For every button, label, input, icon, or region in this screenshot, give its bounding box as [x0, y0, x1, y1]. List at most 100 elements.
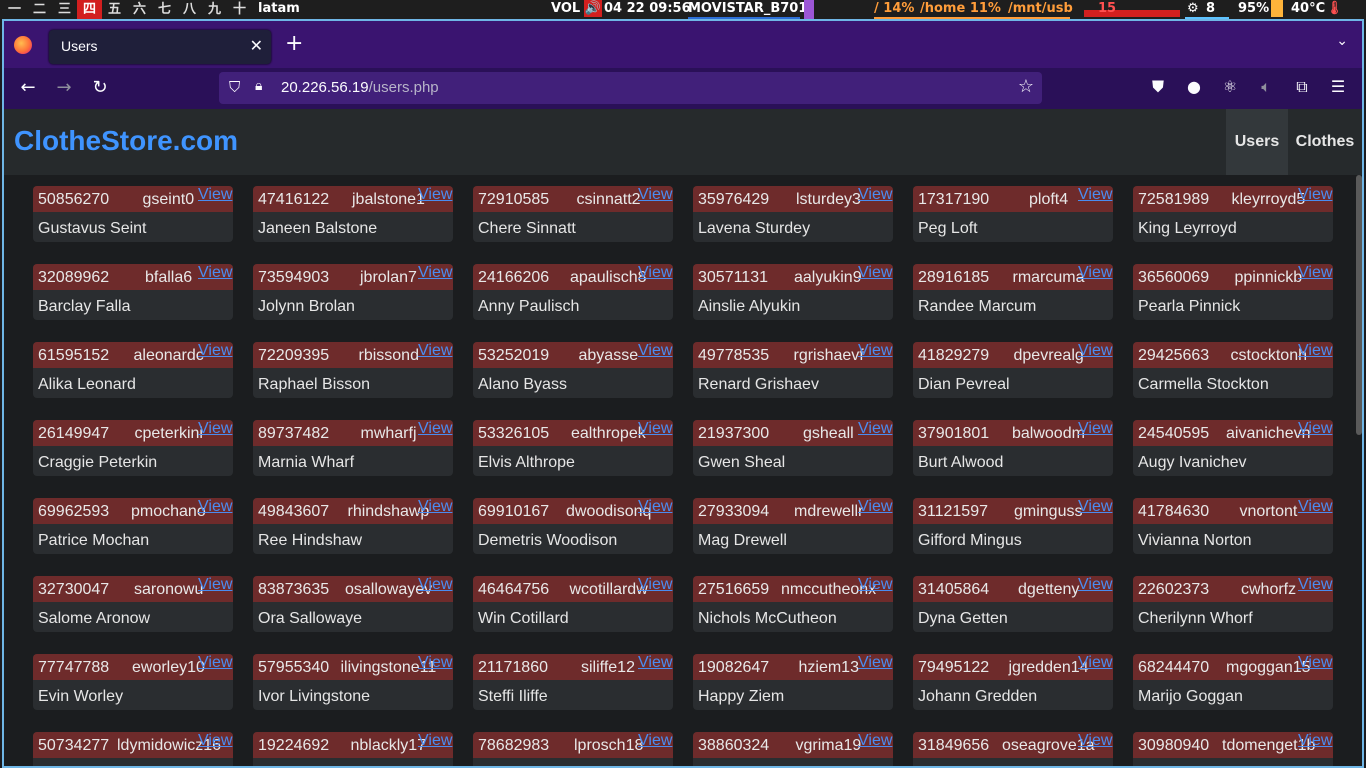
bookmark-star-icon[interactable]: ☆ [1018, 76, 1034, 97]
view-user-link[interactable]: View [1298, 342, 1332, 360]
view-user-link[interactable]: View [418, 576, 452, 594]
user-username: dgetteny [1018, 581, 1080, 598]
temperature: 40°C [1291, 1, 1326, 16]
view-user-link[interactable]: View [198, 732, 232, 750]
workspace-switcher[interactable]: 一二三四五六七八九十 [2, 0, 252, 19]
extension-spy-icon[interactable]: ● [1182, 77, 1206, 96]
view-user-link[interactable]: View [638, 498, 672, 516]
site-brand[interactable]: ClotheStore.com [14, 125, 238, 157]
view-user-link[interactable]: View [858, 420, 892, 438]
back-icon[interactable]: ← [16, 77, 40, 98]
url-text[interactable]: 20.226.56.19/users.php [281, 79, 439, 96]
pocket-icon[interactable]: ⛊ [1146, 77, 1170, 97]
view-user-link[interactable]: View [638, 420, 672, 438]
view-user-link[interactable]: View [1078, 654, 1112, 672]
shield-icon[interactable]: ⛉ [229, 78, 240, 96]
view-user-link[interactable]: View [1298, 186, 1332, 204]
view-user-link[interactable]: View [418, 498, 452, 516]
user-card: 32089962 bfalla6 View Barclay Falla [33, 264, 233, 320]
workspace-button[interactable]: 三 [52, 0, 77, 19]
view-user-link[interactable]: View [858, 732, 892, 750]
tab-users[interactable]: Users ✕ [49, 30, 271, 64]
view-user-link[interactable]: View [198, 576, 232, 594]
view-user-link[interactable]: View [858, 576, 892, 594]
view-user-link[interactable]: View [638, 576, 672, 594]
reload-icon[interactable]: ↻ [88, 77, 112, 98]
cpu-cores: 8 [1206, 1, 1216, 16]
view-user-link[interactable]: View [198, 498, 232, 516]
nav-users-link[interactable]: Users [1226, 109, 1288, 175]
workspace-button[interactable]: 一 [2, 0, 27, 19]
view-user-link[interactable]: View [638, 654, 672, 672]
view-user-link[interactable]: View [198, 264, 232, 282]
workspace-button[interactable]: 二 [27, 0, 52, 19]
view-user-link[interactable]: View [1298, 576, 1332, 594]
workspace-button[interactable]: 四 [77, 0, 102, 19]
workspace-button[interactable]: 五 [102, 0, 127, 19]
user-id: 30571131 [698, 269, 768, 286]
user-id: 31849656 [918, 737, 990, 754]
lock-icon[interactable]: 🔒︎ [255, 78, 262, 94]
react-devtools-icon[interactable]: ⚛ [1218, 77, 1242, 96]
user-card-header: 46464756 wcotillardw View [473, 576, 673, 602]
user-card-header: 24166206 apaulisch8 View [473, 264, 673, 290]
user-id: 46464756 [478, 581, 550, 598]
view-user-link[interactable]: View [858, 654, 892, 672]
view-user-link[interactable]: View [1078, 186, 1112, 204]
view-user-link[interactable]: View [418, 186, 452, 204]
view-user-link[interactable]: View [1078, 420, 1112, 438]
workspace-button[interactable]: 十 [227, 0, 252, 19]
view-user-link[interactable]: View [198, 342, 232, 360]
view-user-link[interactable]: View [1298, 420, 1332, 438]
workspace-button[interactable]: 七 [152, 0, 177, 19]
view-user-link[interactable]: View [1078, 576, 1112, 594]
user-card: 30571131 aalyukin9 View Ainslie Alyukin [693, 264, 893, 320]
view-user-link[interactable]: View [638, 264, 672, 282]
workspace-button[interactable]: 九 [202, 0, 227, 19]
view-user-link[interactable]: View [198, 186, 232, 204]
user-full-name: Marijo Goggan [1138, 688, 1243, 705]
volume-icon[interactable]: 🔊 [584, 0, 602, 17]
site-header: ClotheStore.com Users Clothes [4, 109, 1362, 175]
view-user-link[interactable]: View [858, 342, 892, 360]
view-user-link[interactable]: View [638, 186, 672, 204]
view-user-link[interactable]: View [418, 264, 452, 282]
user-card-header: 28916185 rmarcuma View [913, 264, 1113, 290]
view-user-link[interactable]: View [198, 420, 232, 438]
view-user-link[interactable]: View [1298, 498, 1332, 516]
view-user-link[interactable]: View [1298, 732, 1332, 750]
chevron-down-icon[interactable]: ⌄ [1336, 33, 1348, 49]
page-scrollbar[interactable] [1356, 175, 1362, 435]
workspace-button[interactable]: 八 [177, 0, 202, 19]
view-user-link[interactable]: View [858, 264, 892, 282]
new-tab-icon[interactable]: + [285, 31, 303, 56]
browser-window: Users ✕ + ⌄ ← → ↻ ⛉ 🔒︎ 20.226.56.19/user… [2, 19, 1364, 768]
view-user-link[interactable]: View [1078, 732, 1112, 750]
menu-icon[interactable]: ☰ [1326, 77, 1350, 96]
view-user-link[interactable]: View [858, 498, 892, 516]
view-user-link[interactable]: View [1298, 654, 1332, 672]
view-user-link[interactable]: View [1298, 264, 1332, 282]
view-user-link[interactable]: View [418, 732, 452, 750]
view-user-link[interactable]: View [418, 342, 452, 360]
view-user-link[interactable]: View [418, 654, 452, 672]
view-user-link[interactable]: View [198, 654, 232, 672]
nav-clothes-link[interactable]: Clothes [1288, 109, 1362, 175]
speaker-icon[interactable]: 🔈︎ [1254, 77, 1278, 97]
user-card-header: 53326105 ealthropek View [473, 420, 673, 446]
workspace-button[interactable]: 六 [127, 0, 152, 19]
view-user-link[interactable]: View [1078, 264, 1112, 282]
view-user-link[interactable]: View [638, 732, 672, 750]
forward-icon[interactable]: → [52, 77, 76, 98]
view-user-link[interactable]: View [418, 420, 452, 438]
firefox-logo-icon[interactable] [14, 36, 32, 54]
view-user-link[interactable]: View [1078, 498, 1112, 516]
close-tab-icon[interactable]: ✕ [250, 36, 263, 55]
user-username: rgrishaevf [793, 347, 864, 364]
url-bar[interactable]: ⛉ 🔒︎ 20.226.56.19/users.php ☆ [219, 72, 1042, 104]
extensions-icon[interactable]: ⧉ [1290, 77, 1314, 97]
user-card-header: 50734277 ldymidowicz16 View [33, 732, 233, 758]
view-user-link[interactable]: View [858, 186, 892, 204]
view-user-link[interactable]: View [1078, 342, 1112, 360]
view-user-link[interactable]: View [638, 342, 672, 360]
